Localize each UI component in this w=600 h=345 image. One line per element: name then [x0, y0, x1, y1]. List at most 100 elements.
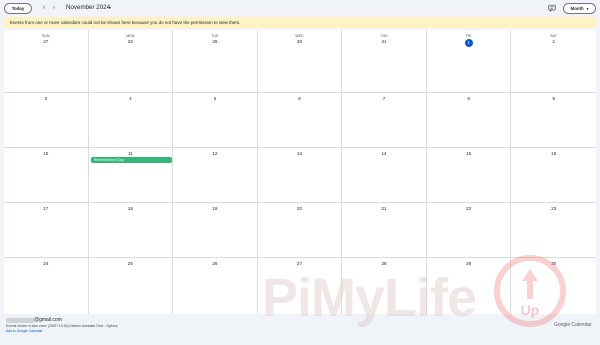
weekday-label: FRI: [465, 34, 472, 38]
day-number[interactable]: 21: [342, 206, 426, 211]
day-number[interactable]: 5: [173, 96, 257, 101]
day-cell[interactable]: 9: [511, 93, 596, 148]
day-cell[interactable]: 23: [511, 203, 596, 258]
weekday-label: WED: [295, 34, 304, 38]
day-cell[interactable]: FRI 1: [426, 30, 512, 93]
day-number[interactable]: 2: [511, 39, 596, 44]
day-number[interactable]: 11: [89, 151, 173, 156]
day-number[interactable]: 30: [511, 261, 596, 266]
day-cell[interactable]: 22: [426, 203, 512, 258]
month-title: November 2024: [66, 4, 111, 11]
day-number[interactable]: 19: [173, 206, 257, 211]
day-cell[interactable]: SAT 2: [511, 30, 596, 93]
day-number[interactable]: 27: [258, 261, 342, 266]
add-to-google-calendar-link[interactable]: Add to Google Calendar: [6, 329, 42, 333]
day-number[interactable]: 20: [258, 206, 342, 211]
chevron-left-icon[interactable]: ‹: [40, 4, 48, 12]
weekday-label: SUN: [42, 34, 50, 38]
day-number[interactable]: 7: [342, 96, 426, 101]
day-number[interactable]: 3: [4, 96, 88, 101]
day-cell[interactable]: 20: [257, 203, 343, 258]
brand-calendar: Calendar: [570, 322, 592, 328]
day-cell[interactable]: 6: [257, 93, 343, 148]
day-cell[interactable]: 30: [511, 258, 596, 314]
day-cell[interactable]: 16: [511, 148, 596, 203]
day-number[interactable]: 9: [511, 96, 596, 101]
day-cell[interactable]: 13: [257, 148, 343, 203]
day-cell[interactable]: 5: [173, 93, 258, 148]
day-number[interactable]: 28: [89, 39, 173, 44]
day-number[interactable]: 15: [427, 151, 511, 156]
day-number[interactable]: 8: [427, 96, 511, 101]
redacted-email: [6, 317, 34, 323]
banner-message: Events from one or more calendars could …: [10, 20, 241, 25]
day-cell[interactable]: 26: [173, 258, 258, 314]
day-cell[interactable]: 4: [88, 93, 174, 148]
day-cell[interactable]: 15: [426, 148, 512, 203]
month-grid: SUN 27 MON 28 TUE 29 WED 30 THU 31 FRI 1 SAT 2 3 4 5 6 7 8 9…: [4, 30, 596, 328]
day-number[interactable]: 16: [511, 151, 596, 156]
day-cell[interactable]: 8: [426, 93, 512, 148]
day-number[interactable]: 29: [173, 39, 257, 44]
today-button[interactable]: Today: [4, 3, 32, 14]
day-cell[interactable]: 28: [342, 258, 427, 314]
day-cell[interactable]: SUN 27: [4, 30, 89, 93]
day-number[interactable]: 10: [4, 151, 88, 156]
google-calendar-logo[interactable]: Google Calendar: [554, 322, 592, 328]
day-cell[interactable]: 18: [88, 203, 174, 258]
day-number[interactable]: 30: [258, 39, 342, 44]
month-grid-cells: SUN 27 MON 28 TUE 29 WED 30 THU 31 FRI 1 SAT 2 3 4 5 6 7 8 9…: [4, 30, 596, 314]
day-cell[interactable]: 7: [342, 93, 427, 148]
day-cell[interactable]: 19: [173, 203, 258, 258]
day-number[interactable]: 29: [427, 261, 511, 266]
view-label: Month: [570, 6, 584, 11]
feedback-icon[interactable]: [548, 4, 556, 12]
weekday-label: THU: [380, 34, 388, 38]
email-suffix: @gmail.com: [34, 317, 62, 323]
today-marker[interactable]: 1: [464, 39, 473, 47]
day-number[interactable]: 23: [511, 206, 596, 211]
chevron-down-icon[interactable]: ▾: [109, 5, 111, 10]
day-cell[interactable]: 10: [4, 148, 89, 203]
day-cell[interactable]: WED 30: [257, 30, 343, 93]
chevron-right-icon[interactable]: ›: [50, 4, 58, 12]
day-cell[interactable]: 29: [427, 258, 512, 314]
day-cell[interactable]: 25: [89, 258, 174, 314]
day-number[interactable]: 13: [258, 151, 342, 156]
day-cell[interactable]: THU 31: [342, 30, 427, 93]
day-cell[interactable]: 3: [4, 93, 89, 148]
day-cell[interactable]: 24: [4, 258, 89, 314]
event-chip[interactable]: Remembrance Day: [90, 157, 172, 163]
day-number[interactable]: 22: [427, 206, 511, 211]
day-number[interactable]: 24: [4, 261, 88, 266]
chevron-down-icon: ▾: [586, 6, 589, 11]
weekday-label: TUE: [211, 34, 219, 38]
day-cell[interactable]: 14: [342, 148, 427, 203]
day-number[interactable]: 27: [4, 39, 88, 44]
day-number[interactable]: 14: [342, 151, 426, 156]
day-number[interactable]: 17: [4, 206, 88, 211]
day-number[interactable]: 31: [342, 39, 426, 44]
day-number[interactable]: 4: [89, 96, 173, 101]
view-select-button[interactable]: Month ▾: [563, 3, 596, 14]
day-cell[interactable]: 11 Remembrance Day: [88, 148, 174, 203]
day-number[interactable]: 28: [342, 261, 426, 266]
day-cell[interactable]: 21: [342, 203, 427, 258]
day-number[interactable]: 1: [427, 39, 511, 47]
day-number[interactable]: 26: [173, 261, 257, 266]
day-number[interactable]: 6: [258, 96, 342, 101]
day-cell[interactable]: 12: [173, 148, 258, 203]
brand-google: Google: [554, 322, 571, 328]
account-email: @gmail.com: [6, 317, 62, 323]
day-cell[interactable]: 27: [258, 258, 343, 314]
weekday-label: SAT: [550, 34, 558, 38]
calendar-embed: Today ‹ › November 2024 ▾ Month ▾ Events…: [0, 0, 600, 338]
weekday-label: MON: [126, 34, 135, 38]
day-cell[interactable]: MON 28: [88, 30, 174, 93]
day-number[interactable]: 25: [89, 261, 173, 266]
day-cell[interactable]: TUE 29: [173, 30, 258, 93]
day-number[interactable]: 12: [173, 151, 257, 156]
timezone-note: Events shown in time zone: (GMT+10:30) E…: [6, 324, 118, 328]
day-cell[interactable]: 17: [4, 203, 89, 258]
day-number[interactable]: 18: [89, 206, 173, 211]
